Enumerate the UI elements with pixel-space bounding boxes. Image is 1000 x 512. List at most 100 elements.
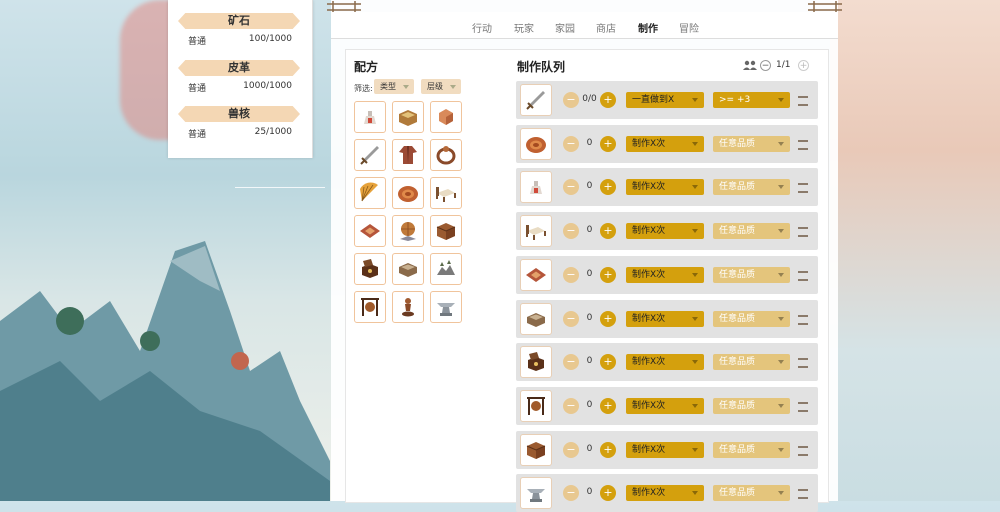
- decrease-button[interactable]: −: [563, 135, 579, 152]
- page-prev-button[interactable]: −: [760, 60, 771, 71]
- drag-handle-icon[interactable]: [798, 96, 808, 106]
- quality-dropdown[interactable]: 任意品质: [713, 441, 790, 458]
- increase-button[interactable]: +: [600, 310, 616, 327]
- recipe-robe[interactable]: [392, 139, 424, 171]
- drag-handle-icon[interactable]: [798, 183, 808, 194]
- box-icon: [439, 109, 453, 125]
- queue-item-thumb[interactable]: [520, 171, 552, 204]
- increase-button[interactable]: +: [600, 266, 616, 283]
- queue-item-thumb[interactable]: [520, 215, 552, 248]
- craft-mode-dropdown[interactable]: 制作X次: [626, 266, 704, 283]
- queue-item-thumb[interactable]: [520, 84, 552, 116]
- quality-dropdown[interactable]: 任意品质: [713, 354, 790, 371]
- drag-handle-icon[interactable]: [798, 314, 808, 325]
- page-indicator: 1/1: [776, 60, 791, 70]
- filter-label: 筛选:: [354, 84, 373, 93]
- craft-mode-dropdown[interactable]: 制作X次: [626, 179, 704, 196]
- queue-item-thumb[interactable]: [520, 346, 552, 379]
- craft-mode-dropdown[interactable]: 制作X次: [626, 135, 704, 152]
- recipe-fan[interactable]: [354, 177, 386, 209]
- quality-dropdown[interactable]: >= +3: [713, 92, 790, 108]
- decrease-button[interactable]: −: [563, 485, 579, 502]
- queue-item-thumb[interactable]: [520, 477, 552, 510]
- quality-dropdown[interactable]: 任意品质: [713, 223, 790, 240]
- queue-item-thumb[interactable]: [520, 127, 552, 160]
- decorative-line: [235, 187, 325, 188]
- quality-dropdown[interactable]: 任意品质: [713, 310, 790, 327]
- top-nav-bar: [331, 12, 838, 39]
- drag-handle-icon[interactable]: [798, 358, 808, 369]
- increase-button[interactable]: +: [600, 92, 616, 108]
- recipe-rug[interactable]: [354, 215, 386, 247]
- craft-mode-dropdown[interactable]: 制作X次: [626, 485, 704, 502]
- disc-icon: [526, 136, 546, 153]
- recipe-statue[interactable]: [392, 291, 424, 323]
- recipe-ring[interactable]: [430, 139, 462, 171]
- filter-type-dropdown[interactable]: 类型: [374, 79, 414, 94]
- recipe-sword[interactable]: [354, 139, 386, 171]
- page-next-button[interactable]: +: [798, 60, 809, 71]
- drag-handle-icon[interactable]: [798, 270, 808, 281]
- drag-handle-icon[interactable]: [798, 227, 808, 238]
- increase-button[interactable]: +: [600, 354, 616, 371]
- quality-dropdown[interactable]: 任意品质: [713, 397, 790, 414]
- drag-handle-icon[interactable]: [798, 489, 808, 500]
- queue-item-thumb[interactable]: [520, 433, 552, 466]
- group-icon[interactable]: [743, 59, 757, 71]
- decrease-button[interactable]: −: [563, 223, 579, 240]
- recipe-planter[interactable]: [392, 253, 424, 285]
- craft-mode-dropdown[interactable]: 制作X次: [626, 223, 704, 240]
- tab-adventure[interactable]: 冒险: [679, 20, 699, 35]
- bed-icon: [436, 187, 456, 202]
- recipe-rock[interactable]: [430, 253, 462, 285]
- recipe-disc[interactable]: [392, 177, 424, 209]
- quality-dropdown[interactable]: 任意品质: [713, 485, 790, 502]
- craft-mode-dropdown[interactable]: 制作X次: [626, 397, 704, 414]
- recipe-bed[interactable]: [430, 177, 462, 209]
- recipe-jewel-box[interactable]: [354, 253, 386, 285]
- decrease-button[interactable]: −: [563, 397, 579, 414]
- tab-action[interactable]: 行动: [472, 20, 492, 35]
- recipe-crate[interactable]: [430, 215, 462, 247]
- decrease-button[interactable]: −: [563, 179, 579, 196]
- craft-mode-dropdown[interactable]: 制作X次: [626, 354, 704, 371]
- drag-handle-icon[interactable]: [798, 445, 808, 456]
- craft-mode-dropdown[interactable]: 制作X次: [626, 441, 704, 458]
- queue-row: −0 + 制作X次 任意品质: [516, 212, 818, 251]
- increase-button[interactable]: +: [600, 441, 616, 458]
- statue-icon: [402, 298, 414, 317]
- quality-dropdown[interactable]: 任意品质: [713, 179, 790, 196]
- queue-item-thumb[interactable]: [520, 302, 552, 335]
- recipe-anvil[interactable]: [430, 291, 462, 323]
- queue-item-thumb[interactable]: [520, 389, 552, 422]
- drag-handle-icon[interactable]: [798, 139, 808, 150]
- recipe-chest[interactable]: [392, 101, 424, 133]
- decrease-button[interactable]: −: [563, 266, 579, 283]
- recipe-globe[interactable]: [392, 215, 424, 247]
- increase-button[interactable]: +: [600, 485, 616, 502]
- increase-button[interactable]: +: [600, 135, 616, 152]
- increase-button[interactable]: +: [600, 223, 616, 240]
- recipe-box[interactable]: [430, 101, 462, 133]
- decrease-button[interactable]: −: [563, 354, 579, 371]
- decrease-button[interactable]: −: [563, 441, 579, 458]
- tab-home[interactable]: 家园: [555, 20, 575, 35]
- tab-players[interactable]: 玩家: [514, 20, 534, 35]
- decrease-button[interactable]: −: [563, 310, 579, 327]
- increase-button[interactable]: +: [600, 397, 616, 414]
- tab-crafting[interactable]: 制作: [638, 20, 658, 35]
- queue-count: 0: [586, 356, 593, 367]
- craft-mode-dropdown[interactable]: 制作X次: [626, 310, 704, 327]
- drag-handle-icon[interactable]: [798, 401, 808, 412]
- recipe-gong[interactable]: [354, 291, 386, 323]
- craft-mode-dropdown[interactable]: 一直做到X: [626, 92, 704, 108]
- tab-shop[interactable]: 商店: [596, 20, 616, 35]
- increase-button[interactable]: +: [600, 179, 616, 196]
- filter-level-dropdown[interactable]: 层级: [421, 79, 461, 94]
- decrease-button[interactable]: −: [563, 92, 579, 108]
- queue-item-thumb[interactable]: [520, 258, 552, 291]
- quality-dropdown[interactable]: 任意品质: [713, 135, 790, 152]
- quality-dropdown[interactable]: 任意品质: [713, 266, 790, 283]
- crafting-content: 配方 筛选: 类型 层级 制作队列 − 1/1 + − 0/0 + 一直做到X …: [345, 49, 829, 512]
- recipe-potion[interactable]: [354, 101, 386, 133]
